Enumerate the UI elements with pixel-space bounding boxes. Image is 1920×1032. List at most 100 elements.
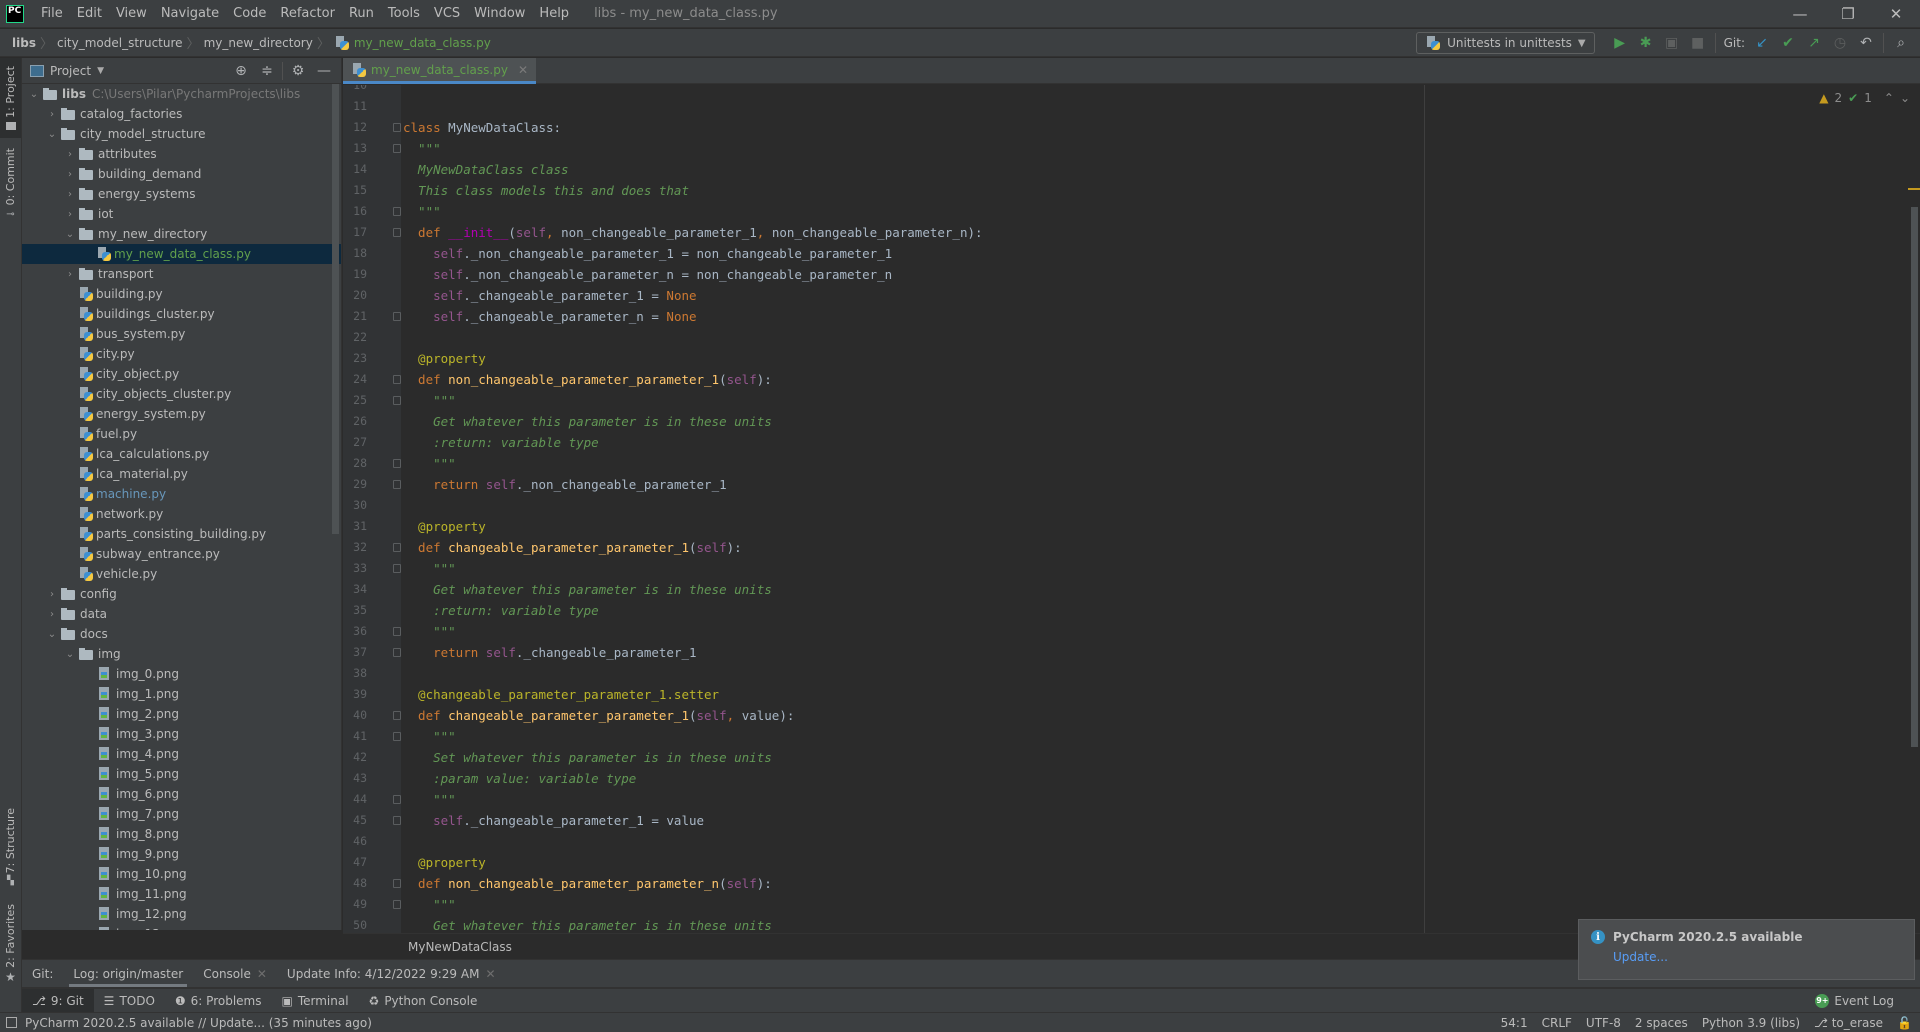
fold-marker-icon[interactable] <box>393 228 401 237</box>
breadcrumb-city-model-structure[interactable]: city_model_structure <box>53 36 187 50</box>
chevron-right-icon[interactable]: › <box>62 209 78 220</box>
terminal-tool-button[interactable]: ▣ Terminal <box>271 989 358 1012</box>
tree-file[interactable]: network.py <box>22 504 341 524</box>
project-view-select[interactable]: Project <box>50 64 91 78</box>
tree-file[interactable]: city.py <box>22 344 341 364</box>
commit-tool-button[interactable]: 0: Commit ⊸ <box>0 144 21 224</box>
tree-file[interactable]: img_2.png <box>22 704 341 724</box>
fold-marker-icon[interactable] <box>393 543 401 552</box>
close-tab-icon[interactable]: ✕ <box>518 63 528 77</box>
warning-stripe-mark[interactable] <box>1908 188 1920 190</box>
toggle-tool-windows-icon[interactable] <box>6 1017 17 1028</box>
tree-folder[interactable]: › config <box>22 584 341 604</box>
fold-marker-icon[interactable] <box>393 732 401 741</box>
lock-icon[interactable]: 🔓 <box>1897 1016 1912 1030</box>
tree-folder[interactable]: ⌄ my_new_directory <box>22 224 341 244</box>
run-configuration-select[interactable]: Unittests in unittests ▼ <box>1416 32 1595 54</box>
restore-button[interactable]: ❐ <box>1824 0 1872 28</box>
python-interpreter[interactable]: Python 3.9 (libs) <box>1702 1016 1800 1030</box>
menu-view[interactable]: View <box>109 6 154 21</box>
fold-marker-icon[interactable] <box>393 879 401 888</box>
tree-file[interactable]: lca_calculations.py <box>22 444 341 464</box>
menu-code[interactable]: Code <box>226 6 273 21</box>
breadcrumb-file[interactable]: my_new_data_class.py <box>330 35 495 51</box>
close-tab-icon[interactable]: ✕ <box>257 967 267 981</box>
chevron-right-icon[interactable]: › <box>62 269 78 280</box>
inspection-widget[interactable]: ▲ 2 ✔ 1 ⌃ ⌄ <box>1819 91 1910 105</box>
chevron-down-icon[interactable]: ⌄ <box>44 629 60 640</box>
tree-file[interactable]: city_objects_cluster.py <box>22 384 341 404</box>
project-tool-button[interactable]: 1: Project <box>0 58 21 138</box>
chevron-right-icon[interactable]: › <box>44 609 60 620</box>
fold-marker-icon[interactable] <box>393 375 401 384</box>
close-tab-icon[interactable]: ✕ <box>485 967 495 981</box>
tree-file[interactable]: img_11.png <box>22 884 341 904</box>
tree-file[interactable]: fuel.py <box>22 424 341 444</box>
chevron-right-icon[interactable]: › <box>62 189 78 200</box>
fold-marker-icon[interactable] <box>393 312 401 321</box>
tree-file[interactable]: img_9.png <box>22 844 341 864</box>
hide-panel-icon[interactable]: — <box>313 60 335 82</box>
project-tree-scrollbar[interactable] <box>332 84 339 534</box>
tree-folder[interactable]: › attributes <box>22 144 341 164</box>
fold-marker-icon[interactable] <box>393 144 401 153</box>
menu-edit[interactable]: Edit <box>70 6 109 21</box>
fold-marker-icon[interactable] <box>393 123 401 132</box>
chevron-right-icon[interactable]: › <box>44 109 60 120</box>
breadcrumb-class[interactable]: MyNewDataClass <box>408 940 512 954</box>
line-separator[interactable]: CRLF <box>1542 1016 1572 1030</box>
status-message[interactable]: PyCharm 2020.2.5 available // Update... … <box>25 1016 372 1030</box>
chevron-down-icon[interactable]: ⌄ <box>62 229 78 240</box>
menu-window[interactable]: Window <box>467 6 532 21</box>
tree-file[interactable]: my_new_data_class.py <box>22 244 341 264</box>
fold-marker-icon[interactable] <box>393 459 401 468</box>
chevron-right-icon[interactable]: › <box>62 149 78 160</box>
editor-scrollbar[interactable] <box>1911 207 1918 747</box>
code-area[interactable]: class MyNewDataClass: """ MyNewDataClass… <box>403 85 1920 933</box>
stop-icon[interactable]: ■ <box>1685 31 1711 55</box>
tree-folder[interactable]: › iot <box>22 204 341 224</box>
file-encoding[interactable]: UTF-8 <box>1586 1016 1621 1030</box>
tree-folder[interactable]: ⌄ city_model_structure <box>22 124 341 144</box>
breadcrumb-my-new-directory[interactable]: my_new_directory <box>200 36 317 50</box>
minimize-button[interactable]: — <box>1776 0 1824 28</box>
tree-file[interactable]: img_6.png <box>22 784 341 804</box>
debug-icon[interactable]: ✱ <box>1633 31 1659 55</box>
tree-folder[interactable]: › energy_systems <box>22 184 341 204</box>
tree-file[interactable]: subway_entrance.py <box>22 544 341 564</box>
tab-console[interactable]: Console ✕ <box>193 960 277 988</box>
tree-file[interactable]: img_1.png <box>22 684 341 704</box>
run-icon[interactable]: ▶ <box>1607 31 1633 55</box>
chevron-down-icon[interactable]: ⌄ <box>44 129 60 140</box>
update-link[interactable]: Update... <box>1613 950 1668 964</box>
fold-marker-icon[interactable] <box>393 795 401 804</box>
menu-tools[interactable]: Tools <box>381 6 427 21</box>
tree-file[interactable]: img_5.png <box>22 764 341 784</box>
tree-file[interactable]: energy_system.py <box>22 404 341 424</box>
fold-marker-icon[interactable] <box>393 207 401 216</box>
git-tool-button[interactable]: ⎇ 9: Git <box>22 989 94 1012</box>
tree-file[interactable]: buildings_cluster.py <box>22 304 341 324</box>
fold-marker-icon[interactable] <box>393 396 401 405</box>
locate-file-icon[interactable]: ⊕ <box>230 60 252 82</box>
chevron-right-icon[interactable]: › <box>62 169 78 180</box>
structure-tool-button[interactable]: 7: Structure ▚ <box>0 803 21 891</box>
tab-update-info[interactable]: Update Info: 4/12/2022 9:29 AM ✕ <box>277 960 506 988</box>
menu-help[interactable]: Help <box>532 6 576 21</box>
rollback-icon[interactable]: ↶ <box>1853 31 1879 55</box>
breadcrumb-libs[interactable]: libs <box>0 36 40 50</box>
tree-file[interactable]: city_object.py <box>22 364 341 384</box>
tree-file[interactable]: img_12.png <box>22 904 341 924</box>
search-icon[interactable]: ⌕ <box>1888 31 1914 55</box>
tree-file[interactable]: building.py <box>22 284 341 304</box>
git-commit-icon[interactable]: ✔ <box>1775 31 1801 55</box>
close-button[interactable]: ✕ <box>1872 0 1920 28</box>
chevron-down-icon[interactable]: ⌄ <box>26 89 42 100</box>
code-editor[interactable]: 10 11 12 13 14 15 16 17 18 19 20 21 22 23 24 25 26 27 28 29… <box>343 85 1920 933</box>
next-highlight-icon[interactable]: ⌄ <box>1900 91 1910 105</box>
favorites-tool-button[interactable]: 2: Favorites ★ <box>0 903 21 985</box>
python-console-tool-button[interactable]: ♻ Python Console <box>359 989 488 1012</box>
previous-highlight-icon[interactable]: ⌃ <box>1884 91 1894 105</box>
tree-folder[interactable]: ⌄ img <box>22 644 341 664</box>
tree-file[interactable]: machine.py <box>22 484 341 504</box>
